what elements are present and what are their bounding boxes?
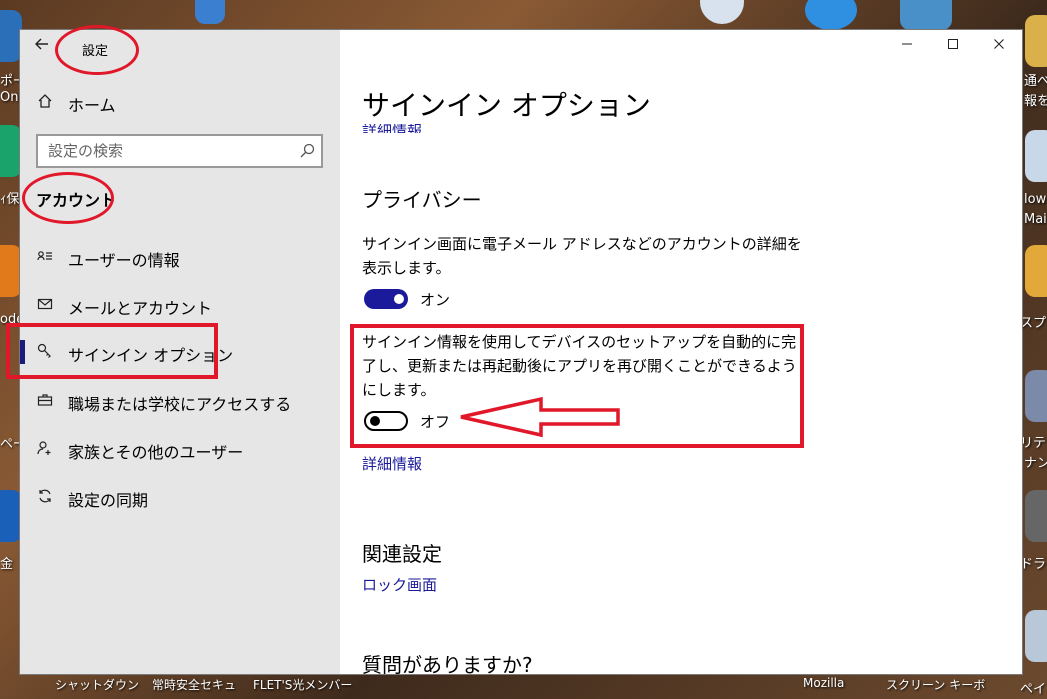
desktop-icon-top-2[interactable] xyxy=(700,0,744,24)
desktop-icon-top-4[interactable] xyxy=(900,0,952,30)
minimize-button[interactable] xyxy=(884,30,930,62)
briefcase-icon xyxy=(36,392,54,410)
desktop-label: 通べ xyxy=(1024,74,1047,89)
user-info-icon xyxy=(36,248,54,266)
sidebar-item-label: ホーム xyxy=(68,96,116,115)
desktop-label: スクリーン キーボ xyxy=(886,678,986,692)
sidebar-item-home[interactable]: ホーム xyxy=(20,82,340,122)
desktop-label: 常時安全セキュ xyxy=(152,678,237,692)
minimize-icon xyxy=(902,43,912,45)
close-icon xyxy=(994,39,1004,49)
desktop-icon-right-5[interactable] xyxy=(1025,490,1047,542)
desktop-icon-top-1[interactable] xyxy=(195,0,225,24)
maximize-icon xyxy=(948,39,958,49)
mail-icon xyxy=(36,296,54,314)
search-icon[interactable] xyxy=(299,143,315,159)
page-title: サインイン オプション xyxy=(362,89,651,122)
desktop-icon-right-4[interactable] xyxy=(1025,370,1047,422)
annotation-arrow-icon xyxy=(460,396,620,438)
home-icon xyxy=(36,93,54,111)
desktop-icon-right-3[interactable] xyxy=(1025,245,1047,297)
desktop-bottom-labels: シャットダウン 常時安全セキュ FLET'S光メンバー Mozilla スクリー… xyxy=(0,672,1047,699)
privacy-heading: プライバシー xyxy=(362,188,482,212)
back-button[interactable] xyxy=(34,36,54,56)
show-account-details-toggle[interactable] xyxy=(364,289,408,309)
sidebar-item-work-school[interactable]: 職場または学校にアクセスする xyxy=(20,381,340,421)
toggle-state-label: オン xyxy=(420,291,451,309)
sidebar-item-family[interactable]: 家族とその他のユーザー xyxy=(20,429,340,469)
sidebar-item-mail[interactable]: メールとアカウント xyxy=(20,285,340,325)
desktop-icon-right-1[interactable] xyxy=(1025,15,1047,67)
sidebar-item-label: 職場または学校にアクセスする xyxy=(68,395,292,414)
sidebar-item-sync[interactable]: 設定の同期 xyxy=(20,477,340,517)
desktop-label: low xyxy=(1024,192,1047,207)
search-input[interactable] xyxy=(48,141,288,161)
annotation-ellipse-app-title xyxy=(55,25,139,75)
desktop-label: リティ xyxy=(1020,436,1047,451)
close-button[interactable] xyxy=(976,30,1022,62)
show-account-details-description: サインイン画面に電子メール アドレスなどのアカウントの詳細を表示します。 xyxy=(362,235,802,277)
sync-icon xyxy=(36,488,54,506)
desktop-icon-right-2[interactable] xyxy=(1025,130,1047,182)
maximize-button[interactable] xyxy=(930,30,976,62)
desktop-label: シャットダウン xyxy=(55,678,140,692)
sidebar-item-label: メールとアカウント xyxy=(68,299,213,318)
more-info-link-partial[interactable]: 詳細情報 xyxy=(362,124,422,133)
annotation-ellipse-account-heading xyxy=(22,172,114,224)
sidebar-item-user-info[interactable]: ユーザーの情報 xyxy=(20,237,340,277)
annotation-box-signin-options xyxy=(6,323,218,379)
desktop-icon-top-3[interactable] xyxy=(805,0,857,30)
search-box[interactable] xyxy=(36,134,323,168)
questions-heading: 質問がありますか? xyxy=(362,653,533,675)
more-info-link[interactable]: 詳細情報 xyxy=(362,453,422,474)
desktop-label: スプロ xyxy=(1020,316,1047,331)
back-arrow-icon xyxy=(35,38,48,50)
desktop-label: Mai xyxy=(1024,212,1047,227)
lock-screen-link[interactable]: ロック画面 xyxy=(362,574,437,595)
desktop-label: ｨ保 xyxy=(0,192,20,207)
sidebar-item-label: 設定の同期 xyxy=(68,491,149,510)
desktop-label: Mozilla xyxy=(803,676,845,690)
add-user-icon xyxy=(36,440,54,458)
desktop-label: FLET'S光メンバー xyxy=(253,678,353,692)
desktop-label: ドライ xyxy=(1020,557,1047,572)
desktop-label: 金 xyxy=(0,557,14,572)
desktop-label: ナン xyxy=(1024,456,1047,471)
desktop-label: 報を xyxy=(1024,94,1047,109)
desktop-icon-right-6[interactable] xyxy=(1025,610,1047,662)
sidebar-item-label: 家族とその他のユーザー xyxy=(68,443,244,462)
related-settings-heading: 関連設定 xyxy=(362,542,442,566)
sidebar-item-label: ユーザーの情報 xyxy=(68,251,180,270)
